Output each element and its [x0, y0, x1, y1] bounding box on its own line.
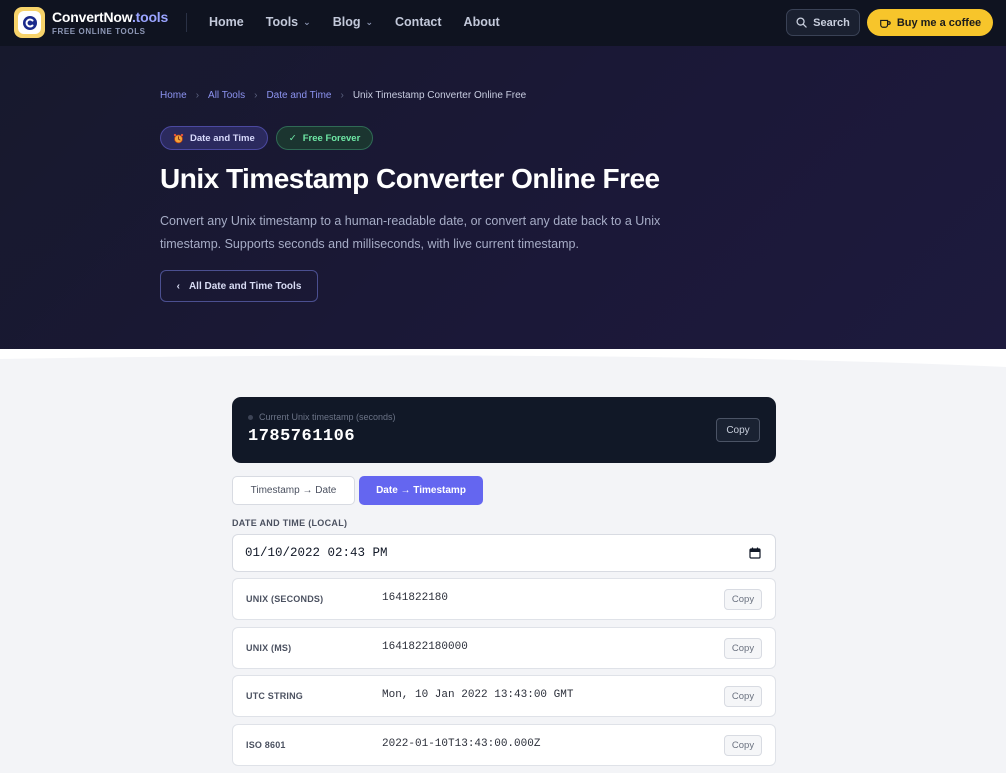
result-value: 2022-01-10T13:43:00.000Z	[382, 738, 541, 750]
chevron-right-icon: ›	[195, 90, 200, 101]
result-row-iso-8601: ISO 8601 2022-01-10T13:43:00.000Z Copy	[232, 724, 776, 766]
tab-timestamp-to-date[interactable]: Timestamp → Date	[232, 476, 355, 505]
result-key: UNIX (MS)	[246, 643, 292, 653]
nav-divider	[186, 13, 187, 32]
page-description: Convert any Unix timestamp to a human-re…	[160, 214, 661, 251]
badges: Date and Time ✓ Free Forever	[160, 126, 374, 150]
copy-iso-8601-button[interactable]: Copy	[724, 735, 762, 756]
current-timestamp-label: Current Unix timestamp (seconds)	[259, 412, 396, 422]
result-row-utc-string: UTC STRING Mon, 10 Jan 2022 13:43:00 GMT…	[232, 675, 776, 717]
tab-date-to-timestamp[interactable]: Date → Timestamp	[359, 476, 483, 505]
search-label: Search	[813, 16, 850, 29]
coffee-cup-icon	[879, 19, 891, 28]
result-value: 1641822180	[382, 592, 449, 604]
copy-utc-string-button[interactable]: Copy	[724, 686, 762, 707]
result-row-unix-ms: UNIX (MS) 1641822180000 Copy	[232, 627, 776, 669]
page-title: Unix Timestamp Converter Online Free	[160, 163, 660, 194]
brand-tagline: FREE ONLINE TOOLS	[52, 27, 146, 36]
check-icon: ✓	[288, 132, 297, 144]
free-forever-label: Free Forever	[302, 132, 361, 144]
calendar-icon[interactable]	[749, 547, 761, 559]
result-key: UTC STRING	[246, 691, 303, 701]
free-forever-badge: ✓ Free Forever	[275, 126, 374, 150]
chevron-left-icon: ‹	[176, 280, 180, 292]
category-badge-label: Date and Time	[190, 132, 255, 144]
buy-coffee-button[interactable]: Buy me a coffee	[867, 9, 993, 36]
current-timestamp-value: 1785761106	[248, 427, 356, 446]
search-icon	[796, 17, 807, 28]
result-value: Mon, 10 Jan 2022 13:43:00 GMT	[382, 689, 574, 701]
nav-link-tools[interactable]: Tools ⌄	[266, 15, 311, 29]
copy-unix-seconds-button[interactable]: Copy	[724, 589, 762, 610]
back-to-category-button[interactable]: ‹ All Date and Time Tools	[160, 270, 318, 302]
chevron-down-icon: ⌄	[303, 16, 311, 27]
brand[interactable]: ConvertNow.tools FREE ONLINE TOOLS	[52, 9, 168, 36]
breadcrumb-current: Unix Timestamp Converter Online Free	[352, 90, 527, 101]
brand-name: ConvertNow	[52, 9, 132, 25]
logo-icon[interactable]	[14, 7, 45, 38]
datetime-field-label: DATE AND TIME (LOCAL)	[232, 518, 348, 528]
live-dot-icon	[248, 414, 253, 420]
nav-links: Home Tools ⌄ Blog ⌄ Contact About	[209, 15, 522, 29]
nav-link-contact[interactable]: Contact	[395, 15, 442, 29]
result-row-unix-seconds: UNIX (SECONDS) 1641822180 Copy	[232, 578, 776, 620]
result-value: 1641822180000	[382, 641, 468, 653]
chevron-right-icon: ›	[340, 90, 344, 101]
top-navbar: ConvertNow.tools FREE ONLINE TOOLS Home …	[0, 0, 1006, 46]
search-button[interactable]: Search	[786, 9, 860, 36]
breadcrumb-date-and-time[interactable]: Date and Time	[266, 90, 331, 101]
datetime-value: 01/10/2022 02:43 PM	[245, 546, 388, 560]
chevron-down-icon: ⌄	[365, 16, 374, 27]
mode-tabs: Timestamp → Date Date → Timestamp	[232, 476, 483, 505]
nav-link-blog[interactable]: Blog ⌄	[333, 15, 373, 29]
result-key: ISO 8601	[246, 740, 286, 750]
category-badge[interactable]: Date and Time	[160, 126, 268, 150]
nav-link-about[interactable]: About	[464, 15, 500, 29]
nav-link-home[interactable]: Home	[209, 15, 244, 29]
alarm-clock-icon	[173, 133, 184, 143]
breadcrumb-all-tools[interactable]: All Tools	[208, 90, 245, 101]
breadcrumb: Home › All Tools › Date and Time › Unix …	[160, 90, 526, 101]
hero-curve-divider	[0, 349, 1006, 373]
buy-coffee-label: Buy me a coffee	[896, 16, 982, 29]
copy-current-timestamp-button[interactable]: Copy	[716, 418, 760, 442]
back-button-label: All Date and Time Tools	[188, 280, 302, 292]
current-timestamp-card: Current Unix timestamp (seconds) 1785761…	[232, 397, 776, 463]
datetime-input[interactable]: 01/10/2022 02:43 PM	[232, 534, 776, 572]
chevron-right-icon: ›	[254, 90, 258, 101]
hero-section: Home › All Tools › Date and Time › Unix …	[0, 46, 1006, 350]
result-key: UNIX (SECONDS)	[246, 594, 324, 604]
breadcrumb-home[interactable]: Home	[160, 90, 187, 101]
brand-tld: .tools	[131, 9, 169, 25]
copy-unix-ms-button[interactable]: Copy	[724, 638, 762, 659]
